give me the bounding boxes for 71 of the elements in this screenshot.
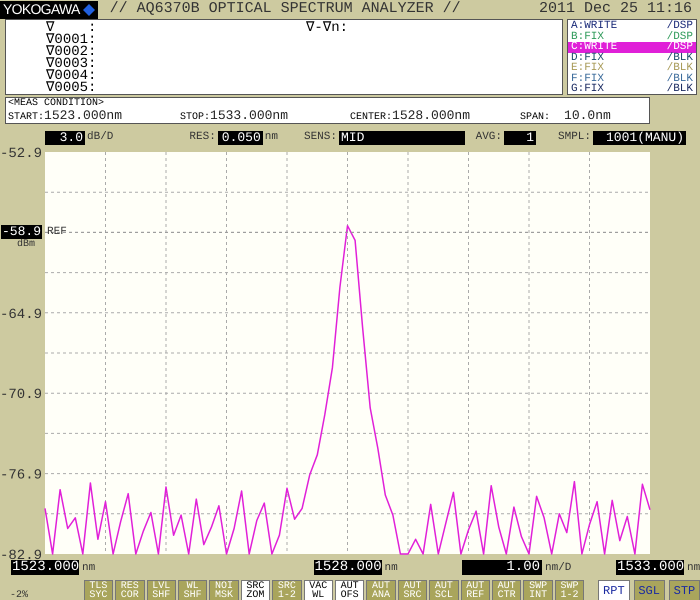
softkey-button[interactable]: SGL [634,580,665,600]
panel-title: <MEAS CONDITION> [8,98,104,110]
softkey-button[interactable]: SRC ZOM [240,580,270,600]
unit-label: nm [687,561,700,575]
date-time: 2011 Dec 25 11:16 [538,0,692,20]
unit-label: dBm [17,240,36,250]
softkey-button[interactable]: AUT SCL [429,580,459,600]
trace-item[interactable]: C:WRITE /DSP [568,42,696,52]
status-indicator: -2% [10,589,30,600]
softkey-button[interactable]: VAC WL [304,580,333,600]
unit-label: dB/D [87,130,114,146]
marker-label: ∇0003: [46,58,96,70]
reference-level-value: -58.9 [1,225,42,240]
axis-tick-label: -70.9 [0,387,42,404]
trace-item[interactable]: D:FIX /BLK [568,52,696,63]
field-label: SPAN: [520,112,550,124]
setting-value: 1 [504,130,536,144]
field-label: STOP: [180,112,210,124]
trace-item[interactable]: B:FIX /DSP [568,32,696,42]
softkey-button[interactable]: AUT OFS [334,580,364,600]
setting-label: AVG: [476,130,502,146]
marker-difference: ∇-∇n: [306,22,348,34]
unit-label: nm [82,561,96,575]
trace-item[interactable]: A:WRITE /DSP [568,21,696,32]
field-value: 1523.000nm [44,110,122,122]
softkey-button[interactable]: SRC 1-2 [272,580,302,600]
softkey-button[interactable]: AUT ANA [366,580,396,600]
softkey-button[interactable]: AUT SRC [398,580,428,600]
softkey-button[interactable]: RES COR [115,580,145,600]
field-label: CENTER: [350,112,392,124]
trace-item[interactable]: F:FIX /BLK [568,74,696,84]
softkey-button[interactable]: WL SHF [178,580,208,600]
field-value: 10.0nm [564,110,611,122]
softkey-button[interactable]: TLS SYC [84,580,114,600]
marker-label: ∇ : [46,22,96,34]
setting-value: 3.0 [45,130,85,144]
setting-value: 1001(MANU) [593,130,686,144]
trace-item[interactable]: G:FIX /BLK [568,84,696,94]
marker-label: ∇0001: [46,34,96,46]
marker-label: ∇0005: [46,82,96,94]
softkey-button[interactable]: STP [668,580,700,600]
unit-label: nm/D [545,561,572,575]
reference-label: REF [47,226,67,238]
setting-value: 0.050 [218,130,263,144]
softkey-button[interactable]: RPT [598,580,630,600]
field-label: START: [8,112,44,124]
axis-tick-label: -52.9 [0,146,42,162]
softkey-button[interactable]: NOI MSK [209,580,239,600]
softkey-button[interactable]: SWP 1-2 [554,580,584,600]
brand-logo: YOKOGAWA [0,0,98,18]
marker-label: ∇0002: [46,46,96,58]
setting-value: MID [339,130,465,144]
softkey-button[interactable]: SWP INT [523,580,553,600]
softkey-button[interactable]: AUT CTR [492,580,522,600]
unit-label: nm [384,561,398,575]
field-value: 1533.000nm [210,110,288,122]
axis-tick-label: 1533.000 [616,560,684,575]
trace-item[interactable]: E:FIX /BLK [568,63,696,74]
axis-tick-label: -64.9 [0,306,42,323]
axis-tick-label: -76.9 [0,468,42,484]
setting-label: SMPL: [558,130,592,146]
softkey-button[interactable]: LVL SHF [146,580,176,600]
setting-label: RES: [189,130,216,146]
softkey-button[interactable]: AUT REF [460,580,490,600]
marker-label: ∇0004: [46,70,96,82]
scale-value: 1.00 [462,560,542,575]
axis-tick-label: 1528.000 [314,560,382,575]
setting-label: SENS: [304,130,337,146]
window-title: // AQ6370B OPTICAL SPECTRUM ANALYZER // [110,0,461,20]
field-value: 1528.000nm [392,110,470,122]
unit-label: nm [264,130,278,146]
